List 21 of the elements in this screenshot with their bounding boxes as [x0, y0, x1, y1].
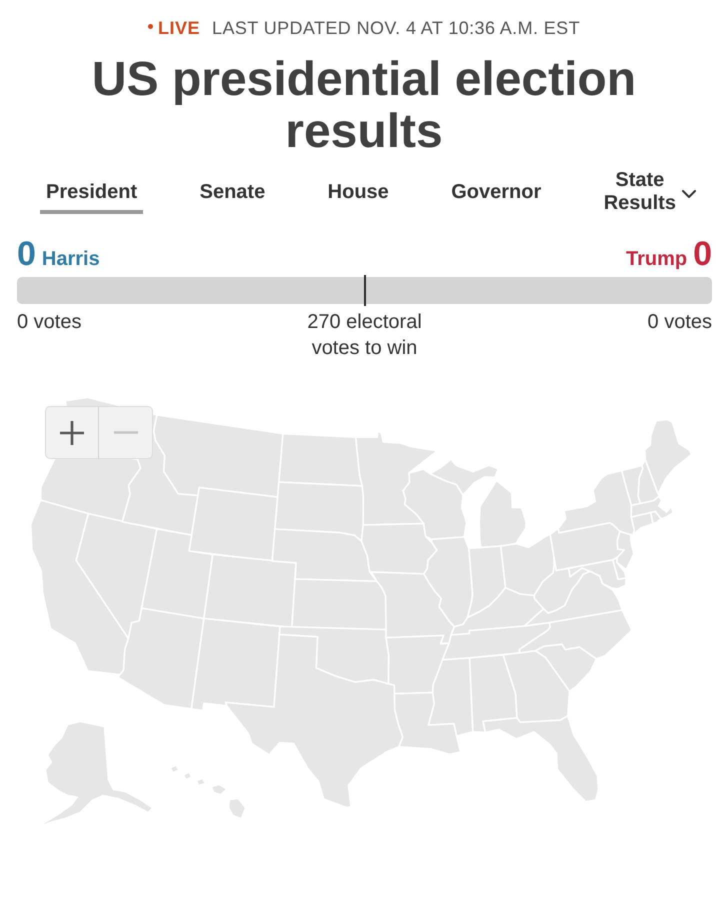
state-results-dropdown[interactable]: State Results	[598, 169, 702, 225]
plus-icon	[60, 420, 84, 444]
zoom-in-button[interactable]	[45, 406, 99, 459]
race-tab[interactable]: Governor	[445, 180, 548, 214]
last-updated-text: LAST UPDATED NOV. 4 AT 10:36 A.M. EST	[212, 17, 580, 39]
chevron-down-icon	[682, 190, 696, 198]
vote-total: 0 votes	[17, 310, 82, 335]
minus-icon	[114, 431, 138, 434]
race-tab[interactable]: President	[40, 180, 144, 214]
race-tab[interactable]: House	[322, 180, 395, 214]
vote-total: 0 votes	[648, 310, 712, 335]
electoral-vote-count: 0	[693, 237, 712, 271]
candidate-name: Trump	[626, 247, 688, 271]
candidate-name: Harris	[42, 247, 100, 271]
race-tab[interactable]: Senate	[194, 180, 272, 214]
live-dot-icon	[148, 24, 154, 29]
live-label: LIVE	[158, 17, 200, 39]
electoral-vote-count: 0	[17, 237, 36, 271]
page-title: US presidential election results	[90, 54, 638, 158]
threshold-label: 270 electoral votes to win	[306, 310, 423, 361]
threshold-line	[364, 275, 366, 306]
